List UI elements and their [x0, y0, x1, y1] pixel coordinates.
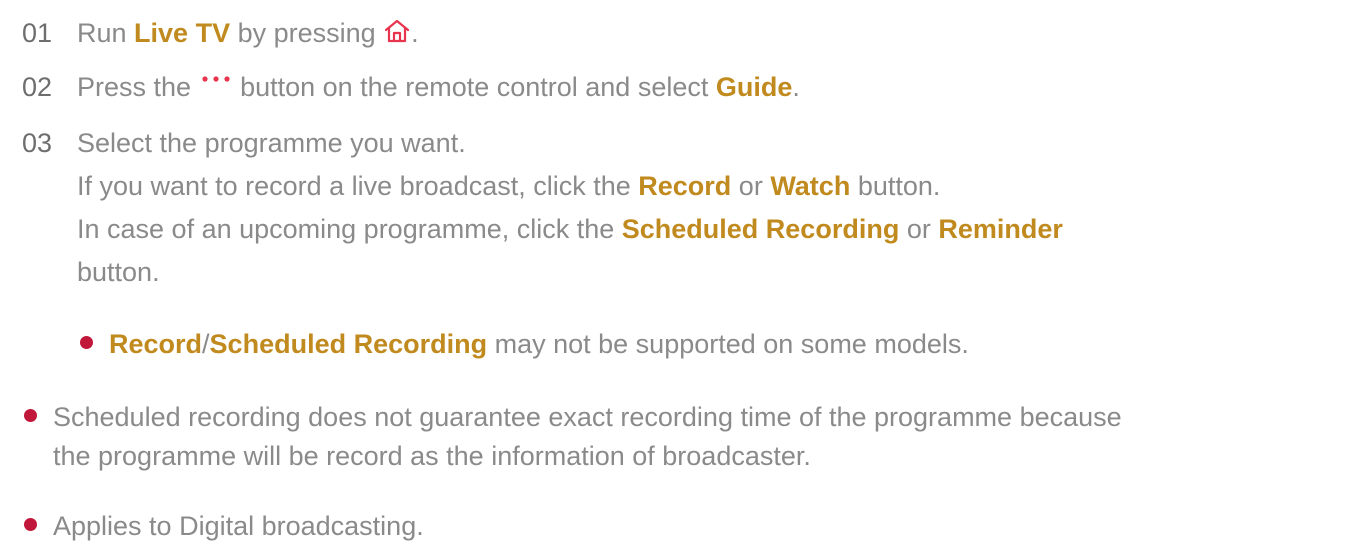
scheduled-recording-label: Scheduled Recording — [621, 214, 900, 244]
step-text: In case of an upcoming programme, click … — [77, 214, 622, 244]
scheduled-recording-label: Scheduled Recording — [209, 329, 488, 359]
step-02: 02 Press the button on the remote control… — [22, 72, 800, 103]
home-icon — [383, 16, 411, 49]
step-text: Run — [77, 18, 135, 48]
live-tv-label: Live TV — [134, 18, 231, 48]
step-text: or — [899, 214, 939, 244]
step-03-line-2: If you want to record a live broadcast, … — [77, 171, 940, 202]
more-dots-icon — [199, 72, 233, 103]
sub-note: Record/Scheduled Recording may not be su… — [80, 329, 969, 360]
bullet-icon — [24, 409, 37, 423]
step-01: 01 Run Live TV by pressing . — [22, 16, 419, 49]
step-text: by pressing — [230, 18, 384, 48]
step-text: If you want to record a live broadcast, … — [77, 171, 639, 201]
separator: / — [202, 329, 210, 359]
step-03: 03 Select the programme you want. — [22, 128, 466, 159]
note-text: Scheduled recording does not guarantee e… — [53, 402, 1122, 432]
step-text: or — [731, 171, 771, 201]
step-text: Select the programme you want. — [77, 128, 466, 158]
step-03-line-4: button. — [77, 257, 160, 288]
note-text: Applies to Digital broadcasting. — [53, 511, 424, 541]
watch-label: Watch — [770, 171, 851, 201]
step-text: button. — [850, 171, 941, 201]
step-text: button on the remote control and select — [232, 72, 716, 102]
guide-label: Guide — [715, 72, 793, 102]
step-text: . — [411, 18, 419, 48]
step-text: Press the — [77, 72, 199, 102]
record-label: Record — [638, 171, 732, 201]
note-text: may not be supported on some models. — [487, 329, 969, 359]
step-number: 01 — [22, 18, 53, 48]
step-03-line-3: In case of an upcoming programme, click … — [77, 214, 1063, 245]
note-text: the programme will be record as the info… — [53, 441, 811, 471]
step-number: 03 — [22, 128, 53, 158]
step-text: button. — [77, 257, 160, 287]
note-1: Scheduled recording does not guarantee e… — [24, 402, 1122, 433]
record-label: Record — [109, 329, 203, 359]
bullet-icon — [24, 518, 37, 532]
step-number: 02 — [22, 72, 53, 102]
step-text: . — [792, 72, 800, 102]
note-2: Applies to Digital broadcasting. — [24, 511, 424, 542]
note-1-line-2: the programme will be record as the info… — [53, 441, 811, 472]
bullet-icon — [80, 336, 93, 350]
reminder-label: Reminder — [938, 214, 1063, 244]
